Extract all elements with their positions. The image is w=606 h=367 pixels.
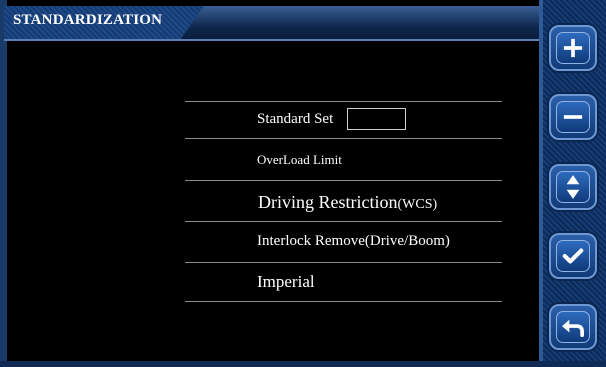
frame-left	[0, 0, 7, 367]
back-button[interactable]	[549, 304, 597, 350]
menu-item-interlock-remove[interactable]: Interlock Remove(Drive/Boom)	[257, 233, 450, 250]
plus-button[interactable]	[549, 25, 597, 71]
up-down-arrows-icon	[566, 175, 580, 199]
separator	[185, 221, 502, 222]
screen: STANDARDIZATION Standard Set OverLoad Li…	[0, 0, 606, 367]
separator	[185, 101, 502, 102]
separator	[185, 262, 502, 263]
driving-restriction-suffix: (WCS)	[397, 197, 438, 212]
checkmark-icon	[562, 248, 584, 264]
minus-icon	[563, 115, 583, 119]
menu-item-imperial[interactable]: Imperial	[257, 272, 315, 292]
separator	[185, 138, 502, 139]
separator	[185, 301, 502, 302]
confirm-button[interactable]	[549, 233, 597, 279]
plus-icon	[563, 38, 583, 58]
menu-item-driving-restriction[interactable]: Driving Restriction(WCS)	[258, 192, 437, 213]
menu-item-overload-limit[interactable]: OverLoad Limit	[257, 152, 342, 168]
header-bar: STANDARDIZATION	[4, 6, 548, 42]
return-arrow-icon	[562, 319, 584, 338]
page-title: STANDARDIZATION	[13, 12, 163, 28]
separator	[185, 180, 502, 181]
standard-set-input[interactable]	[347, 108, 406, 130]
minus-button[interactable]	[549, 94, 597, 140]
standard-set-label: Standard Set	[257, 111, 334, 127]
scroll-button[interactable]	[549, 164, 597, 210]
frame-bottom	[0, 361, 606, 367]
